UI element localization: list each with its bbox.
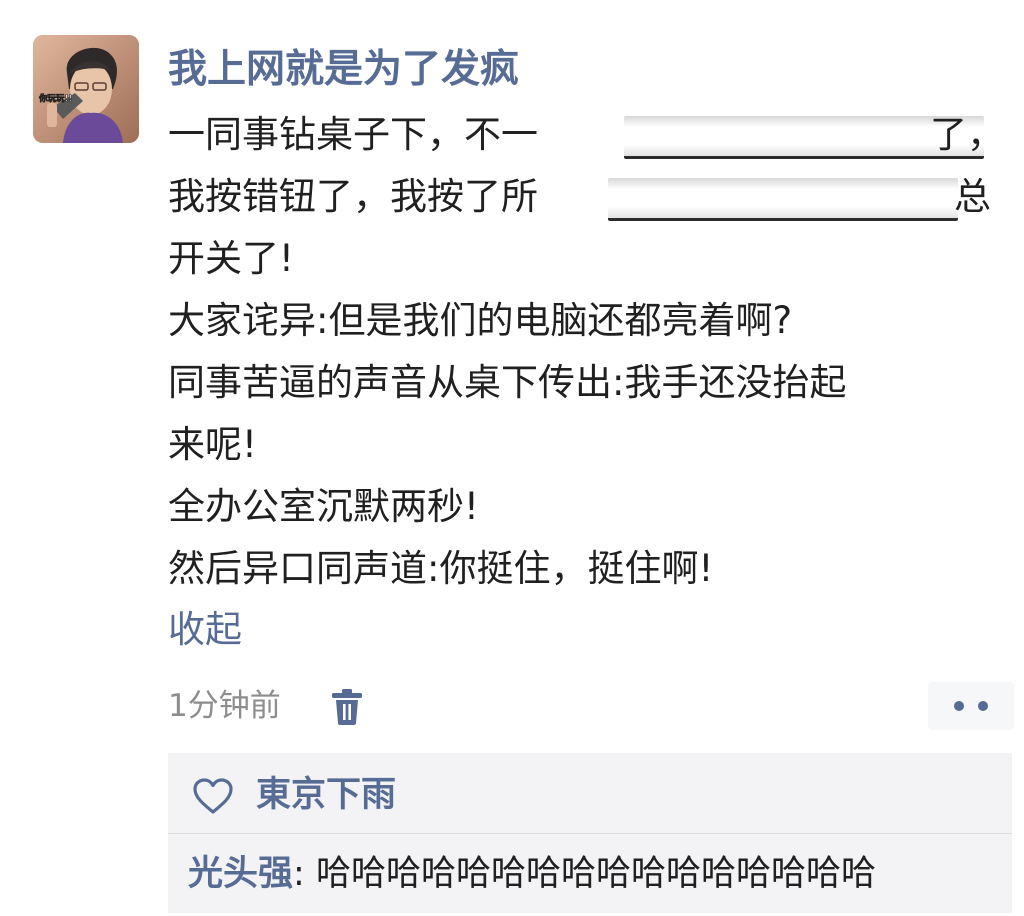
avatar-photo: 你玩玩!! bbox=[33, 35, 139, 143]
more-dot-icon bbox=[954, 701, 964, 711]
post-line: 一同事钻桌子下，不一 了， bbox=[168, 104, 1008, 166]
avatar-caption: 你玩玩!! bbox=[38, 93, 72, 104]
post-line-text: 一同事钻桌子下，不一 bbox=[168, 113, 538, 156]
collapse-link[interactable]: 收起 bbox=[168, 600, 242, 660]
post-line: 大家诧异:但是我们的电脑还都亮着啊? bbox=[168, 299, 793, 342]
comment-author[interactable]: 光头强 bbox=[188, 854, 293, 894]
post-content: 一同事钻桌子下，不一 了， 我按错钮了，我按了所 总 开关了! 大家诧异:但是我… bbox=[168, 104, 1008, 600]
post-username[interactable]: 我上网就是为了发疯 bbox=[168, 42, 519, 98]
post-line: 然后异口同声道:你挺住，挺住啊! bbox=[168, 547, 714, 590]
avatar[interactable]: 你玩玩!! bbox=[33, 35, 139, 143]
likes-row: 東京下雨 bbox=[168, 753, 1012, 833]
more-dot-icon bbox=[978, 701, 988, 711]
post-timestamp: 1分钟前 bbox=[168, 688, 281, 724]
divider bbox=[168, 833, 1012, 834]
post-line: 同事苦逼的声音从桌下传出:我手还没抬起 bbox=[168, 361, 847, 404]
post-line: 我按错钮了，我按了所 总 bbox=[168, 166, 1008, 228]
comment-text: 哈哈哈哈哈哈哈哈哈哈哈哈哈哈哈哈 bbox=[315, 854, 876, 894]
post-line: 开关了! bbox=[168, 237, 294, 280]
post-line: 全办公室沉默两秒! bbox=[168, 485, 479, 528]
more-button[interactable] bbox=[928, 682, 1014, 730]
post-line-text: 了， bbox=[930, 113, 1004, 156]
comment-row[interactable]: 光头强: 哈哈哈哈哈哈哈哈哈哈哈哈哈哈哈哈 bbox=[188, 845, 876, 903]
like-user-name[interactable]: 東京下雨 bbox=[256, 767, 396, 823]
post-line: 来呢! bbox=[168, 423, 257, 466]
post-line-text: 总 bbox=[954, 175, 991, 218]
likes-comments-panel: 東京下雨 光头强: 哈哈哈哈哈哈哈哈哈哈哈哈哈哈哈哈 bbox=[168, 753, 1012, 913]
redaction-bar bbox=[608, 178, 958, 221]
trash-icon[interactable] bbox=[330, 688, 364, 726]
comment-separator: : bbox=[293, 854, 316, 894]
heart-outline-icon bbox=[193, 778, 233, 814]
moments-post: 你玩玩!! 我上网就是为了发疯 一同事钻桌子下，不一 了， 我按错钮了，我按了所… bbox=[0, 0, 1024, 916]
post-line-text: 我按错钮了，我按了所 bbox=[168, 175, 538, 218]
